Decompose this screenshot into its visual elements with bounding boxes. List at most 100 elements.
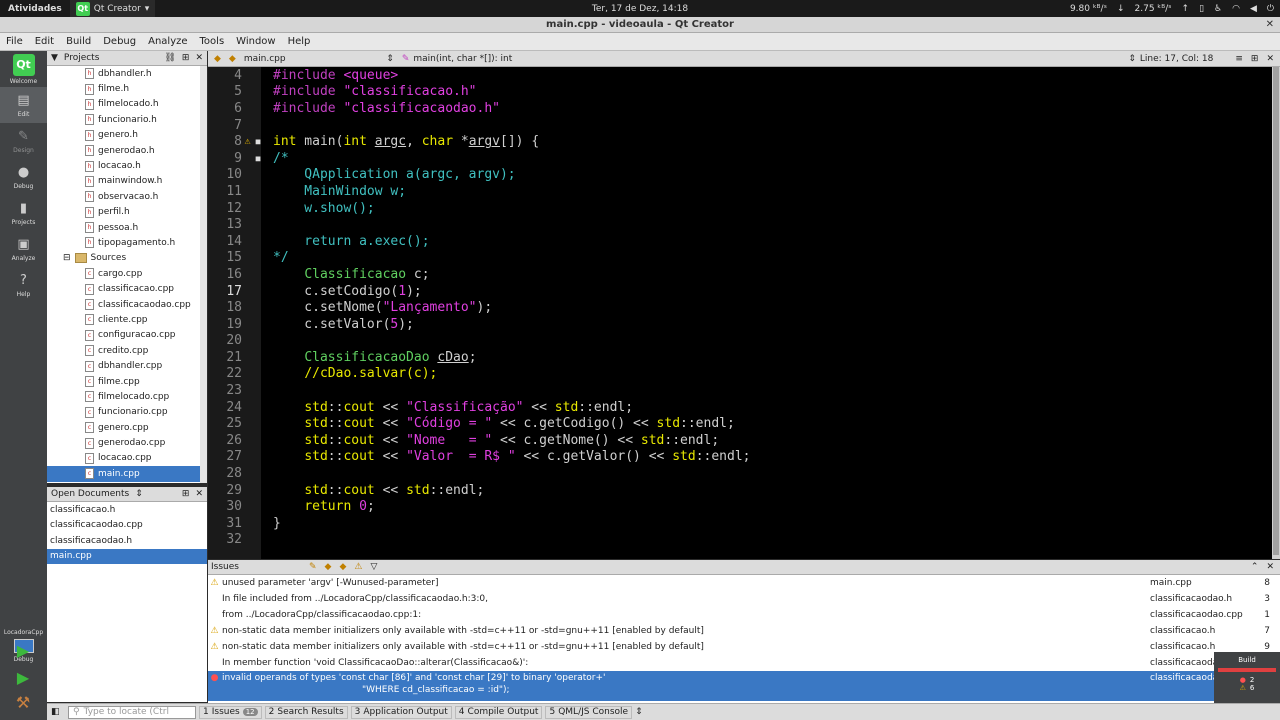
close-icon[interactable]: ✕	[195, 53, 203, 63]
chevron-down-icon[interactable]: ⇕	[135, 489, 143, 499]
tree-file-item[interactable]: c locacao.cpp	[47, 451, 207, 466]
scrollbar-thumb[interactable]	[1273, 67, 1279, 555]
tree-file-item[interactable]: c credito.cpp	[47, 343, 207, 358]
tree-file-item[interactable]: c generodao.cpp	[47, 435, 207, 450]
tree-file-item[interactable]: c filmelocado.cpp	[47, 389, 207, 404]
mode-design[interactable]: ✎ Design	[0, 123, 47, 159]
tree-file-item[interactable]: h perfil.h	[47, 205, 207, 220]
tree-file-item[interactable]: h generodao.h	[47, 143, 207, 158]
tree-file-item[interactable]: h tipopagamento.h	[47, 235, 207, 250]
tree-file-item[interactable]: c configuracao.cpp	[47, 328, 207, 343]
tree-file-item[interactable]: h observacao.h	[47, 189, 207, 204]
issue-row[interactable]: ⚠ unused parameter 'argv' [-Wunused-param…	[208, 575, 1280, 591]
menu-icon[interactable]: ≡	[1221, 54, 1243, 64]
volume-icon[interactable]: ◀	[1250, 4, 1257, 14]
debug-run-icon[interactable]: ▶	[14, 668, 32, 687]
issue-row[interactable]: ⚠ non-static data member initializers onl…	[208, 639, 1280, 655]
tree-file-item-selected[interactable]: c main.cpp	[47, 466, 207, 482]
tree-file-item[interactable]: c cargo.cpp	[47, 266, 207, 281]
tree-file-item[interactable]: h filmelocado.h	[47, 97, 207, 112]
run-icon[interactable]: ▶	[14, 641, 32, 660]
prev-icon[interactable]: ◆	[325, 562, 332, 572]
tree-file-item[interactable]: h mainwindow.h	[47, 174, 207, 189]
open-document-item[interactable]: classificacao.h	[47, 502, 207, 518]
tree-file-item[interactable]: h funcionario.h	[47, 112, 207, 127]
symbol-selector[interactable]: ✎ main(int, char *[]): int	[402, 54, 512, 64]
menu-debug[interactable]: Debug	[97, 36, 142, 47]
code-editor[interactable]: 4 #include <queue> 5 #include "classificac…	[208, 67, 1272, 559]
menu-analyze[interactable]: Analyze	[142, 36, 193, 47]
file-selector[interactable]: main.cpp ⇕	[244, 54, 394, 64]
issue-row[interactable]: ⚠ non-static data member initializers onl…	[208, 623, 1280, 639]
fold-marker-icon[interactable]: ■	[253, 137, 263, 146]
issue-row[interactable]: from ../LocadoraCpp/classificacaodao.cpp…	[208, 607, 1280, 623]
menu-window[interactable]: Window	[230, 36, 281, 47]
output-tab-qml-console[interactable]: 5 QML/JS Console	[545, 705, 633, 719]
mode-debug[interactable]: ● Debug	[0, 159, 47, 195]
menu-tools[interactable]: Tools	[194, 36, 231, 47]
issue-row[interactable]: In file included from ../LocadoraCpp/cla…	[208, 591, 1280, 607]
tree-scrollbar[interactable]	[200, 66, 207, 483]
tree-file-item[interactable]: c genero.cpp	[47, 420, 207, 435]
clock[interactable]: Ter, 17 de Dez, 14:18	[592, 4, 688, 14]
issue-row-selected[interactable]: ● invalid operands of types 'const char […	[208, 671, 1280, 701]
tree-file-item[interactable]: h pessoa.h	[47, 220, 207, 235]
power-icon[interactable]: ⏻	[1267, 4, 1274, 14]
filter-icon[interactable]: ▼	[51, 53, 58, 63]
maximize-icon[interactable]: ⌃	[1251, 562, 1259, 572]
tree-folder-sources[interactable]: ⊟ Sources	[47, 251, 207, 266]
projects-pane-title[interactable]: Projects	[64, 53, 99, 63]
tree-file-item[interactable]: c filme.cpp	[47, 374, 207, 389]
tree-file-item[interactable]: h genero.h	[47, 128, 207, 143]
accessibility-icon[interactable]: ♿	[1214, 4, 1222, 14]
mode-projects[interactable]: ▮ Projects	[0, 195, 47, 231]
menu-edit[interactable]: Edit	[29, 36, 60, 47]
close-icon[interactable]: ✕	[1266, 54, 1280, 64]
build-progress-popup[interactable]: Build ● 2 ⚠ 6	[1214, 652, 1280, 703]
tree-file-item[interactable]: c classificacaodao.cpp	[47, 297, 207, 312]
menu-file[interactable]: File	[0, 36, 29, 47]
split-icon[interactable]: ⊞	[182, 53, 190, 63]
chevron-updown-icon[interactable]: ⇕	[635, 707, 643, 717]
split-icon[interactable]: ⊞	[182, 489, 190, 499]
output-tab-issues[interactable]: 1 Issues 12	[199, 705, 262, 719]
link-icon[interactable]: ⛓	[164, 53, 175, 63]
open-documents-title[interactable]: Open Documents	[51, 489, 129, 499]
open-document-item-selected[interactable]: main.cpp	[47, 548, 207, 564]
issue-row[interactable]: In member function 'void ClassificacaoDa…	[208, 655, 1280, 671]
display-icon[interactable]: ▯	[1199, 4, 1204, 14]
tree-file-item[interactable]: c funcionario.cpp	[47, 405, 207, 420]
forward-arrow-icon[interactable]: ◆	[229, 54, 236, 64]
wifi-icon[interactable]: ◠	[1232, 4, 1240, 14]
build-hammer-icon[interactable]: ⚒	[14, 693, 32, 712]
tree-file-item[interactable]: h dbhandler.h	[47, 66, 207, 81]
warning-filter-icon[interactable]: ⚠	[354, 562, 362, 572]
open-document-item[interactable]: classificacaodao.h	[47, 533, 207, 549]
sidebar-toggle-icon[interactable]: ◧	[51, 707, 65, 717]
activities-button[interactable]: Atividades	[0, 4, 70, 14]
editor-scrollbar[interactable]	[1272, 67, 1280, 559]
mode-edit[interactable]: ▤ Edit	[0, 87, 47, 123]
tree-file-item[interactable]: c dbhandler.cpp	[47, 358, 207, 373]
close-icon[interactable]: ✕	[195, 489, 203, 499]
mode-help[interactable]: ? Help	[0, 267, 47, 303]
filter-icon[interactable]: ▽	[370, 562, 377, 572]
mode-welcome[interactable]: Qt Welcome	[0, 51, 47, 87]
tree-file-item[interactable]: h locacao.h	[47, 158, 207, 173]
split-icon[interactable]: ⊞	[1251, 54, 1259, 64]
tree-file-item[interactable]: h filme.h	[47, 81, 207, 96]
tree-file-item[interactable]: c classificacao.cpp	[47, 281, 207, 296]
fold-marker-icon[interactable]: ■	[253, 154, 263, 163]
back-arrow-icon[interactable]: ◆	[214, 54, 221, 64]
next-icon[interactable]: ◆	[339, 562, 346, 572]
close-icon[interactable]: ✕	[1266, 562, 1280, 572]
clear-icon[interactable]: ✎	[309, 562, 317, 572]
menu-build[interactable]: Build	[60, 36, 97, 47]
output-tab-application-output[interactable]: 3 Application Output	[350, 705, 452, 719]
locator-input[interactable]: ⚲ Type to locate (Ctrl	[68, 705, 196, 719]
close-icon[interactable]: ✕	[1266, 17, 1274, 33]
output-tab-search-results[interactable]: 2 Search Results	[264, 705, 348, 719]
menu-help[interactable]: Help	[282, 36, 317, 47]
collapse-icon[interactable]: ⊟	[63, 253, 71, 263]
mode-analyze[interactable]: ▣ Analyze	[0, 231, 47, 267]
